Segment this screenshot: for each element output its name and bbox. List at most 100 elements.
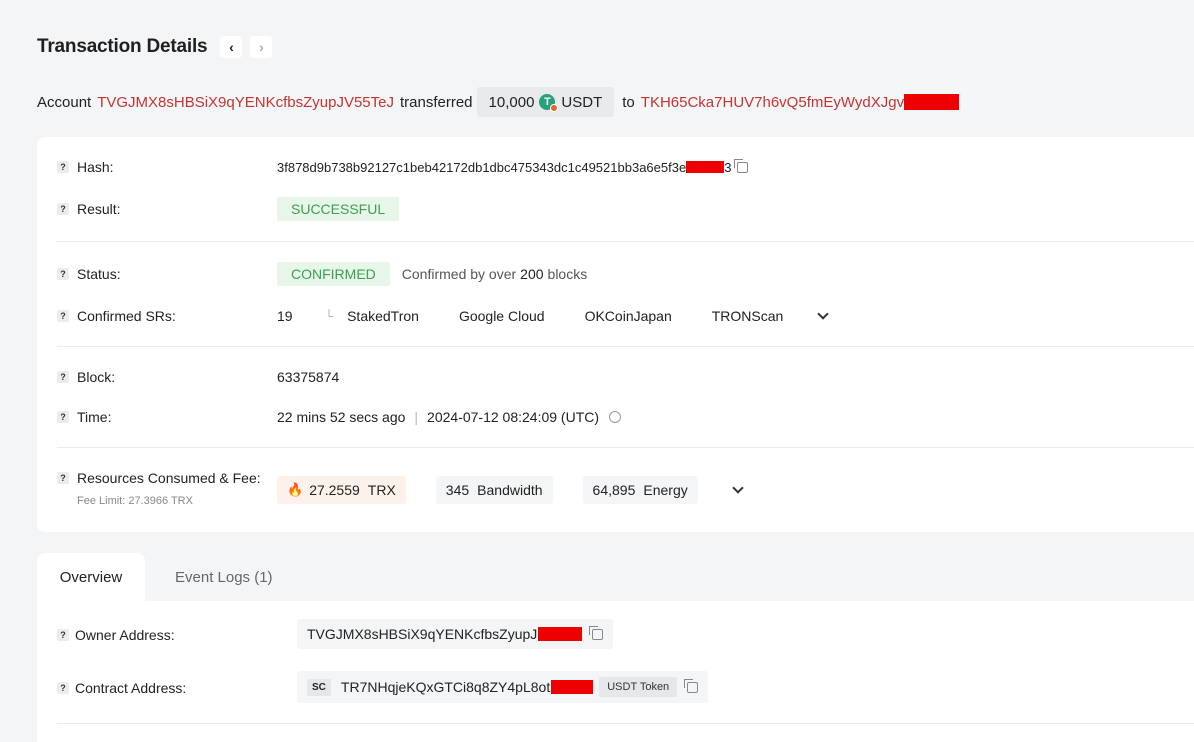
divider [57, 346, 1194, 347]
confirmed-srs-list: 19 └ StakedTron Google Cloud OKCoinJapan… [277, 308, 829, 324]
contract-address-link[interactable]: TR7NHqjeKQxGTCi8q8ZY4pL8ot [341, 679, 550, 695]
chevron-right-icon: › [259, 39, 264, 55]
transaction-details-card: ? Hash: 3f878d9b738b92127c1beb42172db1db… [37, 137, 1194, 532]
confirmed-suffix: blocks [547, 266, 588, 282]
time-label: Time: [77, 409, 112, 425]
clock-icon[interactable] [609, 411, 622, 423]
resources-row: ? Resources Consumed & Fee: [57, 470, 261, 486]
owner-address-label: Owner Address: [75, 627, 175, 643]
help-icon[interactable]: ? [57, 629, 69, 641]
chevron-down-icon[interactable] [732, 482, 744, 494]
divider [57, 447, 1194, 448]
contract-address-group: SC TR7NHqjeKQxGTCi8q8ZY4pL8ot USDT Token [297, 671, 709, 703]
previous-transaction-button[interactable]: ‹ [220, 36, 243, 58]
fire-icon: 🔥 [287, 482, 304, 497]
tab-overview[interactable]: Overview [37, 553, 145, 601]
next-transaction-button[interactable]: › [250, 36, 273, 58]
hash-value: 3f878d9b738b92127c1beb42172db1dbc475343d… [277, 159, 687, 175]
result-value-group: SUCCESSFUL [277, 197, 400, 221]
fee-unit: TRX [367, 482, 396, 498]
transaction-details-page: Transaction Details ‹ › Account TVGJMX8s… [0, 0, 1194, 742]
hash-row: ? Hash: [57, 159, 114, 175]
result-label: Result: [77, 201, 121, 217]
owner-address-pill: TVGJMX8sHBSiX9qYENKcfbsZyupJ [297, 619, 614, 649]
time-ago: 22 mins 52 secs ago [277, 409, 406, 425]
separator: | [414, 409, 419, 425]
redaction-box [904, 94, 960, 110]
energy-value: 64,895 [592, 482, 636, 498]
redaction-box [551, 680, 594, 694]
copy-icon[interactable] [734, 158, 749, 173]
resources-value-group: 🔥 27.2559 TRX 345 Bandwidth 64,895 Energ… [277, 476, 744, 504]
smart-contract-badge: SC [307, 678, 331, 696]
copy-icon[interactable] [589, 625, 604, 640]
transferred-label: transferred [399, 93, 473, 111]
energy-unit: Energy [643, 482, 688, 498]
bandwidth-unit: Bandwidth [477, 482, 543, 498]
from-address-link[interactable]: TVGJMX8sHBSiX9qYENKcfbsZyupJV55TeJ [97, 94, 394, 111]
branch-icon: └ [324, 309, 334, 323]
status-row: ? Status: [57, 266, 121, 282]
energy-pill: 64,895 Energy [582, 476, 698, 504]
transfer-summary: Account TVGJMX8sHBSiX9qYENKcfbsZyupJV55T… [37, 87, 960, 117]
contract-token-tag[interactable]: USDT Token [599, 677, 678, 697]
contract-address-row: ? Contract Address: [57, 680, 186, 696]
status-label: Status: [77, 266, 121, 282]
bandwidth-value: 345 [445, 482, 470, 498]
overview-panel: ? Owner Address: TVGJMX8sHBSiX9qYENKcfbs… [37, 601, 1194, 742]
time-value-group: 22 mins 52 secs ago | 2024-07-12 08:24:0… [277, 409, 622, 425]
to-label: to [622, 93, 635, 111]
block-value-group: 63375874 [277, 369, 339, 385]
account-label: Account [37, 93, 92, 111]
confirmed-prefix: Confirmed by over [401, 266, 517, 282]
token-symbol[interactable]: USDT [561, 94, 602, 111]
help-icon[interactable]: ? [57, 682, 69, 694]
contract-address-label: Contract Address: [75, 680, 187, 696]
copy-icon[interactable] [684, 678, 699, 693]
sr-item[interactable]: TRONScan [712, 308, 784, 324]
tab-event-logs[interactable]: Event Logs (1) [175, 553, 273, 601]
time-utc: 2024-07-12 08:24:09 (UTC) [427, 409, 600, 425]
status-value-group: CONFIRMED Confirmed by over 200 blocks [277, 262, 587, 286]
chevron-down-icon[interactable] [817, 308, 829, 320]
block-label: Block: [77, 369, 116, 385]
help-icon[interactable]: ? [57, 371, 69, 383]
confirmed-count: 200 [520, 266, 544, 282]
redaction-box [538, 627, 583, 641]
sr-item[interactable]: StakedTron [347, 308, 419, 324]
hash-tail: 3 [724, 159, 732, 175]
owner-address-group: TVGJMX8sHBSiX9qYENKcfbsZyupJ [297, 619, 614, 649]
divider [57, 241, 1194, 242]
help-icon[interactable]: ? [57, 161, 69, 173]
owner-address-row: ? Owner Address: [57, 627, 175, 643]
fee-value: 27.2559 [309, 482, 360, 498]
time-row: ? Time: [57, 409, 111, 425]
to-address-link[interactable]: TKH65Cka7HUV7h6vQ5fmEyWydXJgv [641, 94, 904, 111]
usdt-token-icon: T [539, 94, 559, 112]
chevron-left-icon: ‹ [229, 39, 234, 55]
divider [57, 723, 1194, 724]
help-icon[interactable]: ? [57, 310, 69, 322]
result-row: ? Result: [57, 201, 121, 217]
block-row: ? Block: [57, 369, 115, 385]
help-icon[interactable]: ? [57, 411, 69, 423]
help-icon[interactable]: ? [57, 472, 69, 484]
hash-value-group: 3f878d9b738b92127c1beb42172db1dbc475343d… [277, 158, 749, 175]
help-icon[interactable]: ? [57, 268, 69, 280]
status-badge: CONFIRMED [277, 262, 390, 286]
contract-address-pill: SC TR7NHqjeKQxGTCi8q8ZY4pL8ot USDT Token [297, 671, 709, 703]
page-title: Transaction Details [37, 36, 208, 57]
sr-item[interactable]: OKCoinJapan [585, 308, 672, 324]
sr-item[interactable]: Google Cloud [459, 308, 545, 324]
title-row: Transaction Details ‹ › [37, 36, 273, 58]
help-icon[interactable]: ? [57, 203, 69, 215]
block-number-link[interactable]: 63375874 [277, 369, 339, 385]
owner-address-link[interactable]: TVGJMX8sHBSiX9qYENKcfbsZyupJ [307, 626, 537, 642]
hash-label: Hash: [77, 159, 114, 175]
sr-count: 19 [277, 308, 293, 324]
confirmed-srs-row: ? Confirmed SRs: [57, 308, 176, 324]
result-badge: SUCCESSFUL [277, 197, 400, 221]
bandwidth-pill: 345 Bandwidth [435, 476, 553, 504]
fee-pill: 🔥 27.2559 TRX [277, 476, 406, 504]
transfer-amount: 10,000 [488, 93, 535, 111]
